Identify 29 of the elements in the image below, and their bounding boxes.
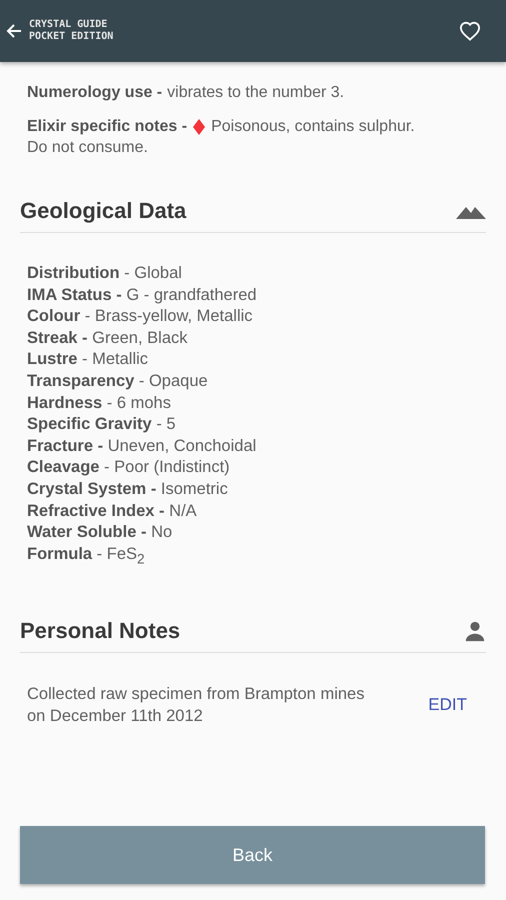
property-line: Streak - Green, Black (27, 328, 188, 349)
property-line: Hardness - 6 mohs (27, 392, 172, 414)
property-line: Distribution - Global (27, 263, 183, 284)
note-text: Collected raw specimen from Brampton mines on December 11th 2012 (27, 684, 366, 727)
property-line: IMA Status - G - grandfathered (27, 284, 258, 306)
section-title: Geological Data (20, 198, 186, 224)
property-line: Transparency - Opaque (27, 370, 209, 392)
property-line: Cleavage - Poor (Indistinct) (27, 457, 231, 478)
property-line: Colour - Brass-yellow, Metallic (27, 306, 254, 328)
property-line: Water Soluble - No (27, 522, 174, 544)
back-arrow-icon[interactable] (6, 23, 22, 39)
back-button[interactable]: Back (20, 826, 485, 884)
field-label: Elixir specific notes - (27, 117, 188, 137)
edit-button[interactable]: EDIT (416, 690, 479, 719)
property-line: Fracture - Uneven, Conchoidal (27, 436, 258, 457)
app-subtitle: POCKET EDITION (29, 31, 114, 43)
property-line: Lustre - Metallic (27, 349, 150, 370)
field-label: Numerology use - (27, 83, 162, 103)
field-value: vibrates to the number 3. (167, 83, 344, 103)
section-title: Personal Notes (20, 618, 180, 644)
property-line: Crystal System - Isometric (27, 478, 229, 500)
person-icon (464, 620, 486, 642)
property-line: Refractive Index - N/A (27, 500, 198, 522)
field-value: Do not consume. (27, 138, 148, 158)
app-title: CRYSTAL GUIDE (29, 19, 108, 31)
property-line: Formula - FeS$_{2}$ (27, 544, 146, 568)
field-value: Poisonous, contains sulphur. (211, 117, 415, 137)
property-line: Specific Gravity - 5 (27, 414, 177, 436)
heart-icon[interactable] (459, 21, 481, 41)
